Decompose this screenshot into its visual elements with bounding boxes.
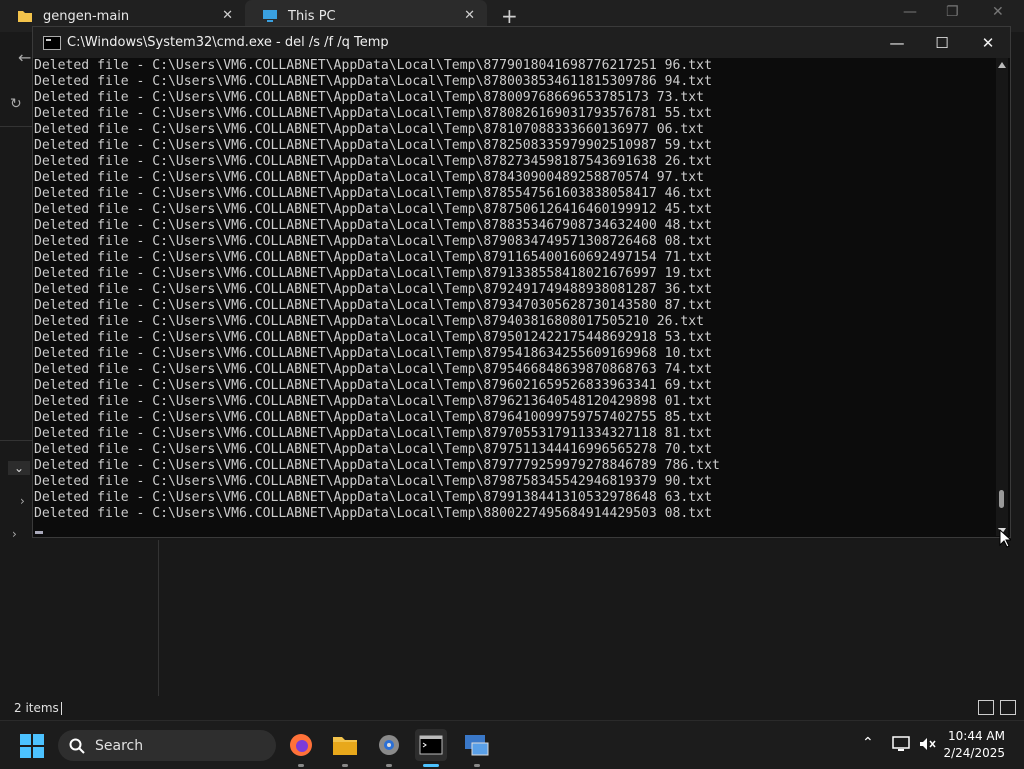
divider (61, 702, 62, 715)
close-icon[interactable]: ✕ (222, 8, 233, 23)
console-line: Deleted file - C:\Users\VM6.COLLABNET\Ap… (34, 490, 712, 505)
console-line: Deleted file - C:\Users\VM6.COLLABNET\Ap… (34, 234, 712, 249)
search-box[interactable]: Search (58, 730, 276, 761)
firefox-icon[interactable] (285, 729, 317, 767)
console-line: Deleted file - C:\Users\VM6.COLLABNET\Ap… (34, 378, 712, 393)
sidebar-divider (158, 540, 159, 696)
clock[interactable]: 10:44 AM 2/24/2025 (943, 728, 1005, 762)
text-cursor (35, 531, 43, 534)
chevron-right-icon[interactable]: › (20, 494, 25, 508)
file-explorer-icon[interactable] (329, 729, 361, 767)
console-line: Deleted file - C:\Users\VM6.COLLABNET\Ap… (34, 154, 712, 169)
settings-icon[interactable] (373, 729, 405, 767)
scrollbar-thumb[interactable] (999, 490, 1004, 508)
console-line: Deleted file - C:\Users\VM6.COLLABNET\Ap… (34, 106, 712, 121)
console-line: Deleted file - C:\Users\VM6.COLLABNET\Ap… (34, 474, 712, 489)
cmd-title-bar[interactable]: C:\Windows\System32\cmd.exe - del /s /f … (33, 27, 1010, 58)
minimize-button[interactable]: — (874, 27, 920, 58)
speaker-muted-icon[interactable] (919, 737, 937, 751)
network-icon[interactable] (892, 736, 910, 752)
console-line: Deleted file - C:\Users\VM6.COLLABNET\Ap… (34, 346, 712, 361)
terminal-icon (43, 35, 61, 50)
details-view-icon[interactable] (978, 700, 994, 715)
console-line: Deleted file - C:\Users\VM6.COLLABNET\Ap… (34, 362, 712, 377)
console-line: Deleted file - C:\Users\VM6.COLLABNET\Ap… (34, 74, 712, 89)
console-line: Deleted file - C:\Users\VM6.COLLABNET\Ap… (34, 282, 712, 297)
search-label: Search (95, 737, 144, 754)
tiles-view-icon[interactable] (1000, 700, 1016, 715)
chevron-right-icon[interactable]: › (12, 527, 17, 541)
folder-icon (18, 11, 32, 22)
console-line: Deleted file - C:\Users\VM6.COLLABNET\Ap… (34, 218, 712, 233)
close-icon[interactable]: ✕ (992, 4, 1004, 20)
console-line: Deleted file - C:\Users\VM6.COLLABNET\Ap… (34, 186, 712, 201)
clock-date: 2/24/2025 (943, 746, 1005, 760)
console-output[interactable]: Deleted file - C:\Users\VM6.COLLABNET\Ap… (34, 58, 994, 530)
console-line: Deleted file - C:\Users\VM6.COLLABNET\Ap… (34, 330, 712, 345)
console-line: Deleted file - C:\Users\VM6.COLLABNET\Ap… (34, 122, 705, 137)
scroll-up-icon[interactable] (998, 62, 1006, 68)
clock-time: 10:44 AM (948, 729, 1005, 743)
console-line: Deleted file - C:\Users\VM6.COLLABNET\Ap… (34, 442, 712, 457)
minimize-icon[interactable]: — (903, 4, 917, 20)
scrollbar[interactable] (996, 58, 1008, 536)
cmd-taskbar-icon[interactable] (415, 729, 447, 767)
chevron-up-icon[interactable]: ⌃ (862, 735, 874, 751)
monitor-icon (263, 10, 277, 22)
windows-start-icon[interactable] (20, 734, 44, 758)
chevron-down-icon[interactable]: ⌄ (8, 461, 31, 475)
console-line: Deleted file - C:\Users\VM6.COLLABNET\Ap… (34, 506, 712, 521)
tab-label: gengen-main (43, 8, 130, 24)
search-icon (69, 738, 85, 754)
new-tab-button[interactable]: + (501, 4, 518, 28)
close-button[interactable]: ✕ (965, 27, 1011, 58)
window-title: C:\Windows\System32\cmd.exe - del /s /f … (67, 35, 389, 50)
maximize-button[interactable]: ☐ (919, 27, 965, 58)
console-line: Deleted file - C:\Users\VM6.COLLABNET\Ap… (34, 202, 712, 217)
cmd-window: C:\Windows\System32\cmd.exe - del /s /f … (32, 26, 1011, 538)
taskbar: Search ⌃ 10:44 AM 2/24/2025 (0, 720, 1024, 769)
divider (0, 440, 32, 441)
console-line: Deleted file - C:\Users\VM6.COLLABNET\Ap… (34, 314, 705, 329)
console-line: Deleted file - C:\Users\VM6.COLLABNET\Ap… (34, 426, 712, 441)
back-icon[interactable]: ← (18, 48, 31, 67)
tab-label: This PC (288, 8, 336, 24)
console-line: Deleted file - C:\Users\VM6.COLLABNET\Ap… (34, 266, 712, 281)
close-icon[interactable]: ✕ (464, 8, 475, 23)
console-line: Deleted file - C:\Users\VM6.COLLABNET\Ap… (34, 170, 705, 185)
status-item-count: 2 items (14, 701, 59, 715)
console-line: Deleted file - C:\Users\VM6.COLLABNET\Ap… (34, 138, 712, 153)
console-line: Deleted file - C:\Users\VM6.COLLABNET\Ap… (34, 58, 712, 73)
refresh-icon[interactable]: ↻ (10, 96, 22, 112)
view-toggle (978, 700, 1016, 715)
restore-icon[interactable]: ❐ (946, 4, 959, 20)
console-line: Deleted file - C:\Users\VM6.COLLABNET\Ap… (34, 410, 712, 425)
console-line: Deleted file - C:\Users\VM6.COLLABNET\Ap… (34, 394, 712, 409)
console-line: Deleted file - C:\Users\VM6.COLLABNET\Ap… (34, 90, 705, 105)
console-line: Deleted file - C:\Users\VM6.COLLABNET\Ap… (34, 298, 712, 313)
console-line: Deleted file - C:\Users\VM6.COLLABNET\Ap… (34, 458, 720, 473)
remote-desktop-icon[interactable] (461, 729, 493, 767)
console-line: Deleted file - C:\Users\VM6.COLLABNET\Ap… (34, 250, 712, 265)
